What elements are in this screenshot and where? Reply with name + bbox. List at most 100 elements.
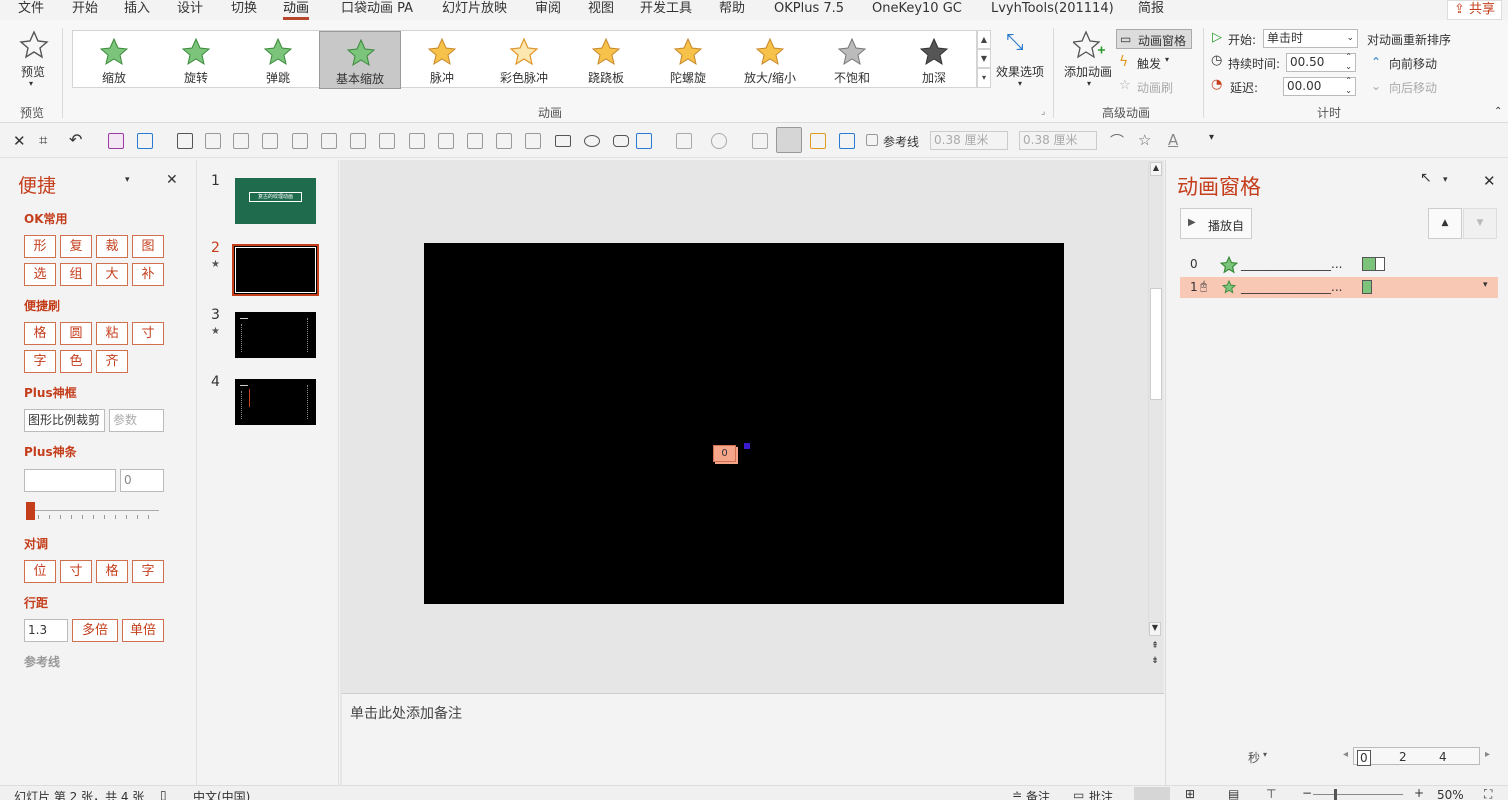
anim-spin[interactable]: 旋转 bbox=[155, 31, 237, 89]
play-from-button[interactable]: ▶ 播放自 bbox=[1180, 208, 1252, 239]
row-dropdown-icon[interactable]: ▾ bbox=[1483, 280, 1488, 290]
ok-image-button[interactable]: 图 bbox=[132, 235, 164, 258]
selection-pane-icon[interactable] bbox=[776, 127, 802, 153]
brush-color-button[interactable]: 色 bbox=[60, 350, 92, 373]
line-spacing-input[interactable]: 1.3 bbox=[24, 619, 68, 642]
width-input[interactable]: 0.38 厘米 bbox=[930, 131, 1008, 150]
spellcheck-icon[interactable]: ▯ bbox=[160, 788, 167, 800]
pane-menu-icon[interactable]: ▾ bbox=[1443, 175, 1448, 185]
notes-pane[interactable]: 单击此处添加备注 bbox=[342, 693, 1164, 785]
tab-home[interactable]: 开始 bbox=[72, 0, 98, 20]
anim-desaturate[interactable]: 不饱和 bbox=[811, 31, 893, 89]
slide-thumb-1[interactable]: 复古的纹理动画 bbox=[235, 178, 316, 224]
sorter-view-icon[interactable]: ⊞ bbox=[1185, 787, 1195, 800]
move-later-button[interactable]: ⌄ 向后移动 bbox=[1371, 78, 1451, 96]
send-backward-icon[interactable] bbox=[467, 133, 483, 149]
slide-thumb-3[interactable] bbox=[235, 312, 316, 358]
plus-frame-param-input[interactable]: 参数 bbox=[109, 409, 164, 432]
brush-round-button[interactable]: 圆 bbox=[60, 322, 92, 345]
customize-toolbar-icon[interactable]: ▾ bbox=[1209, 132, 1214, 143]
panel-close-icon[interactable]: ✕ bbox=[166, 172, 178, 188]
timeline-left-icon[interactable]: ◂ bbox=[1343, 749, 1348, 760]
align-middle-icon[interactable] bbox=[321, 133, 337, 149]
distribute-h-icon[interactable] bbox=[379, 133, 395, 149]
seconds-dropdown-icon[interactable]: ▾ bbox=[1263, 750, 1267, 759]
animation-tag[interactable]: 0 bbox=[713, 445, 736, 462]
group-icon[interactable] bbox=[496, 133, 512, 149]
anim-pulse[interactable]: 脉冲 bbox=[401, 31, 483, 89]
move-down-button[interactable]: ▼ bbox=[1463, 208, 1497, 239]
multi-spacing-button[interactable]: 多倍 bbox=[72, 619, 118, 642]
ok-select-button[interactable]: 选 bbox=[24, 263, 56, 286]
duration-stepper[interactable]: 00.50 ⌃ ⌄ bbox=[1286, 52, 1356, 72]
plus-frame-select[interactable]: 图形比例裁剪 bbox=[24, 409, 105, 432]
anim-color-pulse[interactable]: 彩色脉冲 bbox=[483, 31, 565, 89]
close-icon[interactable]: ✕ bbox=[13, 132, 26, 150]
tab-lvyhtools[interactable]: LvyhTools(201114) bbox=[991, 0, 1114, 20]
align-bottom-icon[interactable] bbox=[350, 133, 366, 149]
ok-shape-button[interactable]: 形 bbox=[24, 235, 56, 258]
prev-slide-icon[interactable]: ⇞ bbox=[1149, 641, 1161, 653]
stepper-arrows-icon[interactable]: ⌃ ⌄ bbox=[1345, 52, 1352, 72]
tab-onekey[interactable]: OneKey10 GC bbox=[872, 0, 962, 20]
guides-checkbox[interactable] bbox=[866, 134, 878, 146]
animation-row-0[interactable]: 0 _______________... bbox=[1180, 254, 1498, 275]
anim-darken[interactable]: 加深 bbox=[893, 31, 975, 89]
anim-basic-zoom[interactable]: 基本缩放 bbox=[319, 31, 401, 89]
shapes-icon[interactable] bbox=[636, 133, 652, 149]
plus-bar-slider-handle[interactable] bbox=[26, 502, 35, 520]
language-label[interactable]: 中文(中国) bbox=[193, 788, 250, 800]
preview-button[interactable]: 预览 ▾ bbox=[18, 30, 50, 100]
crop-icon[interactable]: ⌗ bbox=[39, 131, 47, 149]
normal-view-button[interactable] bbox=[1134, 787, 1170, 800]
brush-font-button[interactable]: 字 bbox=[24, 350, 56, 373]
ok-size-button[interactable]: 大 bbox=[96, 263, 128, 286]
align-size-button[interactable]: 寸 bbox=[60, 560, 92, 583]
align-center-icon[interactable] bbox=[233, 133, 249, 149]
fill-icon[interactable] bbox=[752, 133, 768, 149]
tab-slideshow[interactable]: 幻灯片放映 bbox=[442, 0, 507, 20]
timeline-ruler[interactable]: 0 2 4 bbox=[1353, 747, 1480, 766]
anim-teeter[interactable]: 跷跷板 bbox=[565, 31, 647, 89]
timeline-right-icon[interactable]: ▸ bbox=[1485, 749, 1490, 760]
tab-animations[interactable]: 动画 bbox=[283, 0, 310, 20]
ungroup-icon[interactable] bbox=[525, 133, 541, 149]
single-spacing-button[interactable]: 单倍 bbox=[122, 619, 164, 642]
tab-pocket-animation[interactable]: 口袋动画 PA bbox=[341, 0, 413, 20]
ok-copy-button[interactable]: 复 bbox=[60, 235, 92, 258]
fit-to-window-icon[interactable]: ⛶ bbox=[1484, 787, 1492, 800]
export-icon[interactable] bbox=[177, 133, 193, 149]
slide-thumb-2[interactable] bbox=[232, 244, 319, 296]
align-position-button[interactable]: 位 bbox=[24, 560, 56, 583]
selected-shape[interactable] bbox=[744, 443, 750, 449]
vertical-scrollbar[interactable]: ▲ bbox=[1148, 162, 1162, 632]
edit-shape-icon[interactable] bbox=[676, 133, 692, 149]
animation-pane-toggle-icon[interactable] bbox=[839, 133, 855, 149]
notes-toggle[interactable]: 备注 bbox=[1026, 788, 1050, 800]
align-format-button[interactable]: 格 bbox=[96, 560, 128, 583]
animation-pane-button[interactable]: ▭ 动画窗格 bbox=[1116, 29, 1192, 49]
align-left-icon[interactable] bbox=[205, 133, 221, 149]
tab-file[interactable]: 文件 bbox=[18, 0, 44, 20]
undo-icon[interactable]: ↶ bbox=[69, 130, 82, 149]
panel-menu-icon[interactable]: ▾ bbox=[125, 175, 130, 185]
align-top-icon[interactable] bbox=[292, 133, 308, 149]
textbox-icon[interactable] bbox=[137, 133, 153, 149]
zoom-in-icon[interactable]: + bbox=[1414, 786, 1424, 800]
anim-bounce[interactable]: 弹跳 bbox=[237, 31, 319, 89]
delay-stepper[interactable]: 00.00 ⌃ ⌄ bbox=[1283, 76, 1356, 96]
height-input[interactable]: 0.38 厘米 bbox=[1019, 131, 1097, 150]
anim-zoom[interactable]: 缩放 bbox=[73, 31, 155, 89]
brush-size-button[interactable]: 寸 bbox=[132, 322, 164, 345]
anim-spin2[interactable]: 陀螺旋 bbox=[647, 31, 729, 89]
ellipse-icon[interactable] bbox=[584, 135, 600, 147]
tab-review[interactable]: 审阅 bbox=[535, 0, 561, 20]
star-icon[interactable]: ☆ bbox=[1138, 131, 1151, 149]
rectangle-icon[interactable] bbox=[555, 135, 571, 147]
save-icon[interactable] bbox=[108, 133, 124, 149]
brush-align-button[interactable]: 齐 bbox=[96, 350, 128, 373]
scroll-up-icon[interactable]: ▲ bbox=[1150, 162, 1162, 176]
font-color-icon[interactable]: A bbox=[1168, 131, 1178, 149]
add-animation-button[interactable]: 添加动画 ▾ bbox=[1063, 30, 1113, 100]
reading-view-icon[interactable]: ▤ bbox=[1228, 787, 1239, 800]
